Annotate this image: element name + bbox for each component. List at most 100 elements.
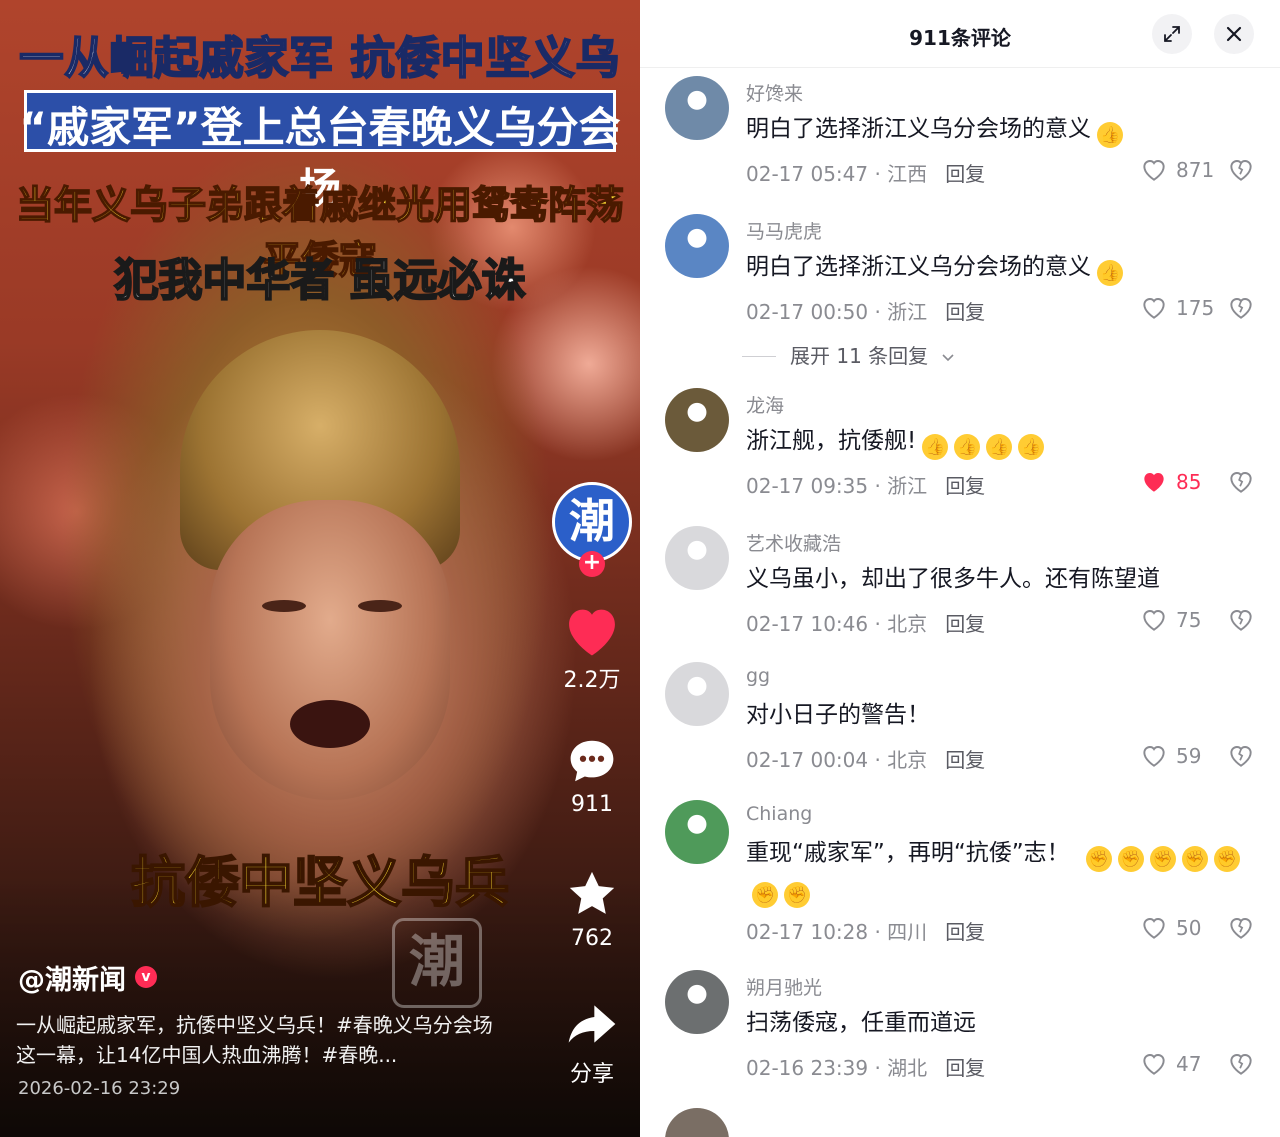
comment-dislike-button[interactable] [1227, 295, 1255, 324]
emoji-group: 👍 [1091, 116, 1123, 148]
commenter-name[interactable]: 朔月驰光 [746, 973, 822, 1000]
video-description[interactable]: 一从崛起戚家军，抗倭中坚义乌兵！#春晚义乌分会场 这一幕，让14亿中国人热血沸腾… [16, 1010, 516, 1070]
comment-like-button[interactable]: 871 [1140, 157, 1220, 182]
chevron-down-icon [941, 354, 954, 362]
reply-button[interactable]: 回复 [945, 920, 985, 944]
comment-like-count: 85 [1176, 470, 1202, 494]
close-button[interactable] [1214, 14, 1254, 54]
comment-like-button[interactable]: 175 [1140, 295, 1220, 320]
expand-divider [742, 356, 776, 357]
commenter-avatar[interactable] [665, 388, 729, 452]
like-button[interactable]: 2.2万 [552, 602, 632, 694]
heart-icon [1143, 746, 1165, 767]
comment-dislike-button[interactable] [1227, 743, 1255, 772]
broken-heart-icon [1230, 1054, 1252, 1075]
comment-like-button[interactable]: 50 [1140, 915, 1220, 940]
comment-like-button[interactable]: 85 [1140, 469, 1220, 494]
comment-like-button[interactable]: 47 [1140, 1051, 1220, 1076]
partial-comment-avatar[interactable] [665, 1108, 729, 1137]
reply-button[interactable]: 回复 [945, 162, 985, 186]
comment-time-location: 02-17 10:46 · 北京 [746, 612, 928, 636]
comment-like-button[interactable]: 75 [1140, 607, 1220, 632]
video-face-shape [210, 500, 450, 800]
share-arrow-icon [568, 1005, 616, 1043]
video-eye-left [262, 600, 306, 612]
commenter-name[interactable]: 艺术收藏浩 [746, 529, 841, 556]
comment-text: 明白了选择浙江义乌分会场的意义 👍 [746, 250, 1256, 286]
comment-body: 浙江舰，抗倭舰! [746, 428, 917, 454]
follow-plus-icon[interactable]: + [579, 551, 605, 577]
commenter-name[interactable]: 好馋来 [746, 79, 803, 106]
comment-like-count: 47 [1176, 1052, 1202, 1076]
comment-text: 明白了选择浙江义乌分会场的意义 👍 [746, 112, 1256, 148]
comment-time-location: 02-16 23:39 · 湖北 [746, 1056, 928, 1080]
comment-like-count: 50 [1176, 916, 1202, 940]
expand-replies-label: 展开 11 条回复 [790, 344, 929, 368]
commenter-name[interactable]: 龙海 [746, 391, 784, 418]
comment-text: 对小日子的警告！ [746, 698, 1256, 732]
thumbs-up-emoji-icon: 👍 [1018, 434, 1045, 460]
expand-arrows-icon [1164, 26, 1180, 42]
comment-text: 重现“戚家军”，再明“抗倭”志！ ✊ ✊ ✊ ✊ ✊✊ ✊ [746, 836, 1256, 908]
video-eye-right [358, 600, 402, 612]
broken-heart-icon [1230, 918, 1252, 939]
comment-dislike-button[interactable] [1227, 1051, 1255, 1080]
heart-icon [569, 609, 615, 656]
commenter-name[interactable]: gg [746, 665, 770, 687]
comment-time-location: 02-17 10:28 · 四川 [746, 920, 928, 944]
fist-emoji-icon: ✊ [1117, 846, 1144, 872]
comment-time-location: 02-17 09:35 · 浙江 [746, 474, 928, 498]
comment-body: 对小日子的警告！ [746, 702, 930, 728]
reply-button[interactable]: 回复 [945, 474, 985, 498]
reply-button[interactable]: 回复 [945, 748, 985, 772]
like-count: 2.2万 [563, 668, 621, 693]
comment-meta: 02-17 10:46 · 北京 回复 [746, 608, 985, 637]
fullscreen-button[interactable] [1152, 14, 1192, 54]
broken-heart-icon [1230, 746, 1252, 767]
video-headline-4: 犯我中华者 虽远必诛 [113, 254, 526, 307]
favorite-button[interactable]: 762 [552, 866, 632, 951]
video-player[interactable]: 一从崛起戚家军 抗倭中坚义乌兵 “戚家军”登上总台春晚义乌分会场 当年义乌子弟跟… [0, 0, 640, 1137]
broken-heart-icon [1230, 298, 1252, 319]
comment-dislike-button[interactable] [1227, 157, 1255, 186]
commenter-avatar[interactable] [665, 526, 729, 590]
reply-button[interactable]: 回复 [945, 300, 985, 324]
comment-meta: 02-17 10:28 · 四川 回复 [746, 916, 985, 945]
share-label: 分享 [569, 1062, 614, 1087]
comment-body: 义乌虽小，却出了很多牛人。还有陈望道 [746, 566, 1160, 592]
commenter-avatar[interactable] [665, 970, 729, 1034]
comment-body: 明白了选择浙江义乌分会场的意义 [746, 116, 1091, 142]
comment-like-button[interactable]: 59 [1140, 743, 1220, 768]
comment-time-location: 02-17 00:04 · 北京 [746, 748, 928, 772]
close-icon [1226, 26, 1242, 42]
expand-replies-button[interactable]: 展开 11 条回复 [742, 340, 955, 369]
emoji-group: 👍 👍 👍 👍 [916, 428, 1045, 460]
commenter-avatar[interactable] [665, 800, 729, 864]
comment-body: 扫荡倭寇，任重而道远 [746, 1010, 976, 1036]
fist-emoji-icon: ✊ [752, 882, 778, 908]
fist-emoji-icon: ✊ [1149, 846, 1176, 872]
comment-time-location: 02-17 05:47 · 江西 [746, 162, 928, 186]
commenter-avatar[interactable] [665, 662, 729, 726]
star-icon [569, 871, 615, 914]
video-date: 2026-02-16 23:29 [18, 1078, 181, 1099]
comment-dislike-button[interactable] [1227, 915, 1255, 944]
comment-dislike-button[interactable] [1227, 607, 1255, 636]
commenter-name[interactable]: Chiang [746, 803, 812, 825]
heart-icon [1143, 918, 1165, 939]
broken-heart-icon [1230, 160, 1252, 181]
reply-button[interactable]: 回复 [945, 612, 985, 636]
commenter-avatar[interactable] [665, 76, 729, 140]
reply-button[interactable]: 回复 [945, 1056, 985, 1080]
comment-button[interactable]: 911 [552, 734, 632, 817]
favorite-count: 762 [571, 926, 613, 951]
comment-dislike-button[interactable] [1227, 469, 1255, 498]
commenter-avatar[interactable] [665, 214, 729, 278]
commenter-name[interactable]: 马马虎虎 [746, 217, 822, 244]
video-author[interactable]: @潮新闻 [18, 958, 126, 997]
fist-emoji-icon: ✊ [1181, 846, 1208, 872]
share-button[interactable]: 分享 [552, 996, 632, 1088]
comment-like-count: 175 [1176, 296, 1215, 320]
fist-emoji-icon: ✊ [1213, 846, 1240, 872]
comment-time-location: 02-17 00:50 · 浙江 [746, 300, 928, 324]
